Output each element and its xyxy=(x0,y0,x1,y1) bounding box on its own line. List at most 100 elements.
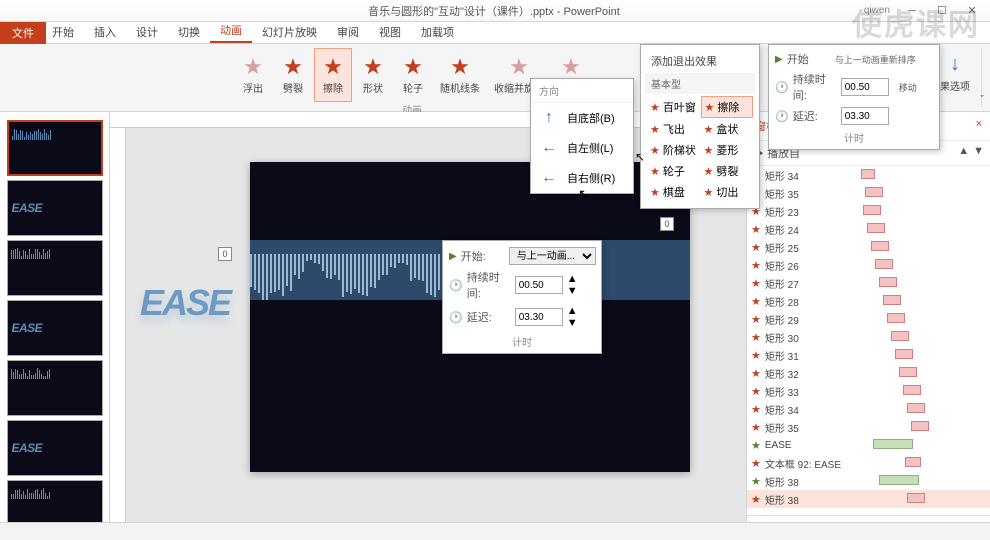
timing-bar[interactable] xyxy=(879,475,919,485)
move-up-button[interactable]: ▲ xyxy=(958,145,969,161)
minimize-button[interactable]: ─ xyxy=(898,2,926,20)
animation-item[interactable]: ★矩形 27 xyxy=(747,274,990,292)
animation-item[interactable]: ★矩形 28 xyxy=(747,292,990,310)
timing-bar[interactable] xyxy=(887,313,905,323)
slide-thumb[interactable]: EASE xyxy=(7,300,103,356)
maximize-button[interactable]: ☐ xyxy=(928,2,956,20)
close-button[interactable]: ✕ xyxy=(958,2,986,20)
timing-bar[interactable] xyxy=(911,421,929,431)
star-icon: ★ xyxy=(751,439,761,452)
timing-bar[interactable] xyxy=(865,187,883,197)
timing-bar[interactable] xyxy=(905,457,921,467)
effect-劈裂[interactable]: ★劈裂 xyxy=(274,48,312,102)
star-icon: ★ xyxy=(751,475,761,488)
effect-擦除[interactable]: ★擦除 xyxy=(314,48,352,102)
file-tab[interactable]: 文件 xyxy=(0,22,46,44)
effect-浮出[interactable]: ★浮出 xyxy=(234,48,272,102)
animation-item[interactable]: ★矩形 31 xyxy=(747,346,990,364)
effect-形状[interactable]: ★形状 xyxy=(354,48,392,102)
duration-input[interactable] xyxy=(841,78,889,96)
delay-input[interactable] xyxy=(515,308,563,326)
direction-option[interactable]: ←自左侧(L) xyxy=(531,133,633,163)
timing-bar[interactable] xyxy=(903,385,921,395)
tab-view[interactable]: 视图 xyxy=(369,21,411,43)
tab-slideshow[interactable]: 幻灯片放映 xyxy=(252,21,327,43)
exit-effect-option[interactable]: ★百叶窗 xyxy=(647,96,700,118)
direction-option[interactable]: ↑自底部(B) xyxy=(531,103,633,133)
animation-item[interactable]: ★矩形 35 xyxy=(747,418,990,436)
animation-item[interactable]: ★矩形 33 xyxy=(747,382,990,400)
exit-effect-option[interactable]: ★切出 xyxy=(701,182,754,202)
slide-thumb[interactable]: EASE xyxy=(7,420,103,476)
timing-bar[interactable] xyxy=(873,439,913,449)
animation-item[interactable]: ★矩形 38 xyxy=(747,490,990,508)
timing-bar[interactable] xyxy=(895,349,913,359)
effect-轮子[interactable]: ★轮子 xyxy=(394,48,432,102)
star-icon: ★ xyxy=(751,259,761,272)
spin-up[interactable]: ▲ xyxy=(567,273,578,285)
timing-bar[interactable] xyxy=(863,205,881,215)
spin-up[interactable]: ▲ xyxy=(567,305,578,317)
timing-bar[interactable] xyxy=(899,367,917,377)
timing-footer: 计时 xyxy=(447,331,597,349)
slide-thumb[interactable]: EASE xyxy=(7,180,103,236)
tab-insert[interactable]: 插入 xyxy=(84,21,126,43)
timing-bar[interactable] xyxy=(875,259,893,269)
animation-item[interactable]: ★矩形 30 xyxy=(747,328,990,346)
timing-bar[interactable] xyxy=(891,331,909,341)
exit-effect-option[interactable]: ★擦除 xyxy=(701,96,754,118)
exit-effect-option[interactable]: ★棋盘 xyxy=(647,182,700,202)
animation-item[interactable]: ★矩形 34 xyxy=(747,166,990,184)
animation-item[interactable]: ★矩形 29 xyxy=(747,310,990,328)
animation-item[interactable]: ★矩形 38 xyxy=(747,472,990,490)
move-down-button[interactable]: ▼ xyxy=(973,145,984,161)
exit-effect-option[interactable]: ★盒状 xyxy=(701,119,754,139)
timing-bar[interactable] xyxy=(907,403,925,413)
spin-down[interactable]: ▼ xyxy=(567,317,578,329)
animation-list[interactable]: ★矩形 34★矩形 35★矩形 23★矩形 24★矩形 25★矩形 26★矩形 … xyxy=(747,166,990,515)
tab-design[interactable]: 设计 xyxy=(126,21,168,43)
exit-effect-option[interactable]: ★劈裂 xyxy=(701,161,754,181)
animation-item[interactable]: ★矩形 32 xyxy=(747,364,990,382)
direction-option[interactable]: ←自右侧(R) xyxy=(531,163,633,193)
duration-input[interactable] xyxy=(515,276,563,294)
exit-effect-option[interactable]: ★菱形 xyxy=(701,140,754,160)
animation-item[interactable]: ★文本框 92: EASE xyxy=(747,454,990,472)
slide-thumb[interactable] xyxy=(7,120,103,176)
slide-thumbnails[interactable]: EASEEASEEASEEASE xyxy=(0,112,110,540)
star-icon: ★ xyxy=(650,101,660,114)
animation-item[interactable]: ★EASE xyxy=(747,436,990,454)
timing-bar[interactable] xyxy=(867,223,885,233)
star-icon: ★ xyxy=(751,295,761,308)
animation-item[interactable]: ★矩形 35 xyxy=(747,184,990,202)
exit-effect-option[interactable]: ★飞出 xyxy=(647,119,700,139)
tab-addins[interactable]: 加载项 xyxy=(411,21,464,43)
animation-item[interactable]: ★矩形 23 xyxy=(747,202,990,220)
timing-bar[interactable] xyxy=(861,169,875,179)
timing-bar[interactable] xyxy=(871,241,889,251)
timing-bar[interactable] xyxy=(907,493,925,503)
animation-item[interactable]: ★矩形 25 xyxy=(747,238,990,256)
tab-home[interactable]: 开始 xyxy=(42,21,84,43)
delay-input[interactable] xyxy=(841,107,889,125)
tab-animations[interactable]: 动画 xyxy=(210,19,252,43)
timing-bar[interactable] xyxy=(879,277,897,287)
star-icon: ★ xyxy=(751,385,761,398)
start-select[interactable]: 与上一动画... xyxy=(509,247,596,265)
slide-thumb[interactable] xyxy=(7,360,103,416)
star-icon: ★ xyxy=(323,56,343,78)
tab-transitions[interactable]: 切换 xyxy=(168,21,210,43)
exit-effect-option[interactable]: ★轮子 xyxy=(647,161,700,181)
animation-item[interactable]: ★矩形 24 xyxy=(747,220,990,238)
slide-thumb[interactable] xyxy=(7,240,103,296)
spin-down[interactable]: ▼ xyxy=(567,285,578,297)
tab-review[interactable]: 审阅 xyxy=(327,21,369,43)
ribbon-tabs: 文件 开始 插入 设计 切换 动画 幻灯片放映 审阅 视图 加载项 xyxy=(0,22,990,44)
collapse-ribbon-button[interactable]: ˇ xyxy=(980,94,984,106)
pane-close-button[interactable]: × xyxy=(976,118,982,134)
exit-effect-option[interactable]: ★阶梯状 xyxy=(647,140,700,160)
animation-item[interactable]: ★矩形 26 xyxy=(747,256,990,274)
animation-item[interactable]: ★矩形 34 xyxy=(747,400,990,418)
effect-随机线条[interactable]: ★随机线条 xyxy=(434,48,486,102)
timing-bar[interactable] xyxy=(883,295,901,305)
